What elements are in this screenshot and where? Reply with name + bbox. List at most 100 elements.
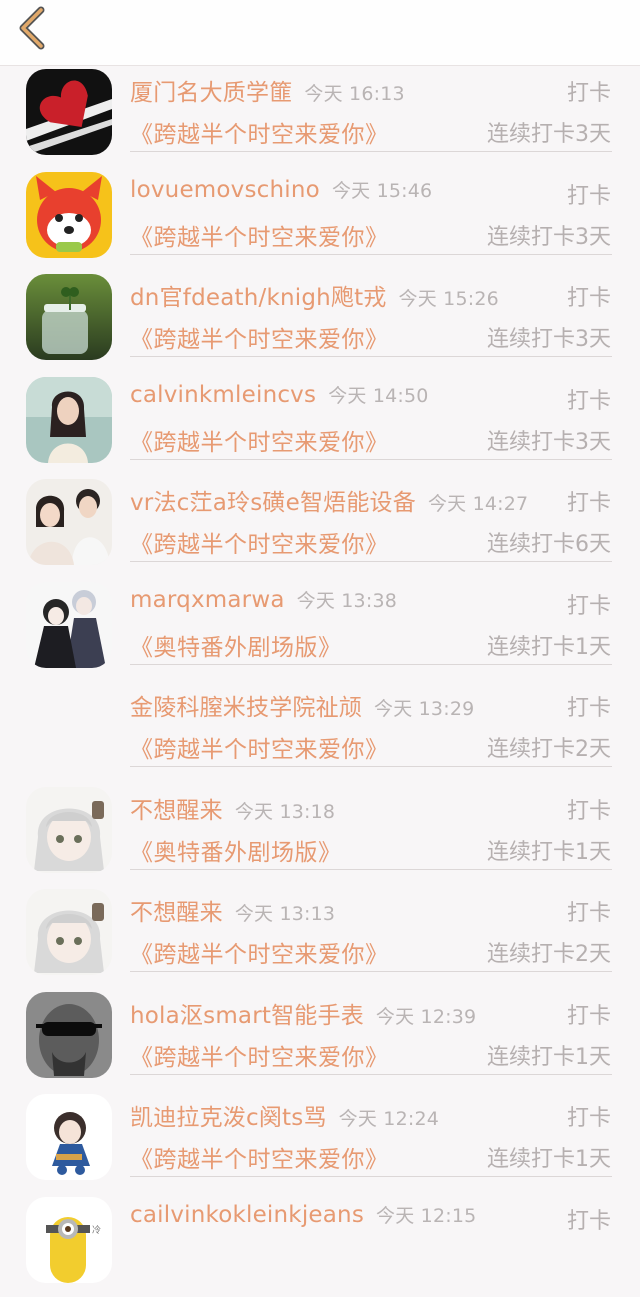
avatar[interactable] — [26, 582, 112, 668]
list-item[interactable]: 不想醒来今天 13:13 打卡 《跨越半个时空来爱你》 连续打卡2天 — [0, 887, 640, 990]
book-title[interactable]: 《跨越半个时空来爱你》 — [130, 1038, 389, 1072]
checkin-label: 打卡 — [567, 793, 611, 825]
divider — [130, 356, 612, 357]
avatar[interactable] — [26, 274, 112, 360]
avatar[interactable] — [26, 479, 112, 565]
list-item[interactable]: 冷 cailvinkokleinkjeans今天 12:15 打卡 — [0, 1195, 640, 1297]
user-name-text[interactable]: marqxmarwa — [130, 587, 285, 613]
list-item[interactable]: hola沤smart智能手表今天 12:39 打卡 《跨越半个时空来爱你》 连续… — [0, 990, 640, 1093]
avatar[interactable] — [26, 172, 112, 258]
book-title[interactable]: 《跨越半个时空来爱你》 — [130, 218, 389, 252]
user-name-text[interactable]: vr法c茳a玲s磺e智焐能设备 — [130, 490, 416, 516]
user-name[interactable]: cailvinkokleinkjeans 今天 12:15 — [130, 1201, 476, 1228]
book-title[interactable]: 《奥特番外剧场版》 — [130, 628, 342, 662]
book-title[interactable]: 《跨越半个时空来爱你》 — [130, 423, 389, 457]
avatar[interactable] — [26, 992, 112, 1078]
checkin-label: 打卡 — [567, 75, 611, 107]
streak-text: 连续打卡3天 — [487, 219, 611, 251]
streak-text: 连续打卡2天 — [487, 936, 611, 968]
list-item[interactable]: 厦门名大质学篚今天 16:13 打卡 《跨越半个时空来爱你》 连续打卡3天 — [0, 67, 640, 170]
list-item[interactable]: marqxmarwa今天 13:38 打卡 《奥特番外剧场版》 连续打卡1天 — [0, 580, 640, 683]
list-item[interactable]: vr法c茳a玲s磺e智焐能设备今天 14:27 打卡 《跨越半个时空来爱你》 连… — [0, 477, 640, 580]
user-name[interactable]: vr法c茳a玲s磺e智焐能设备今天 14:27 — [130, 483, 528, 517]
user-name-text[interactable]: 不想醒来 — [130, 900, 223, 926]
streak-text: 连续打卡6天 — [487, 526, 611, 558]
checkin-label: 打卡 — [567, 895, 611, 927]
checkin-time: 今天 12:39 — [376, 1006, 476, 1028]
checkin-label: 打卡 — [567, 998, 611, 1030]
checkin-time: 今天 13:38 — [297, 590, 397, 612]
streak-text: 连续打卡1天 — [487, 834, 611, 866]
chevron-left-icon — [14, 6, 54, 50]
divider — [130, 459, 612, 460]
book-title[interactable]: 《跨越半个时空来爱你》 — [130, 320, 389, 354]
divider — [130, 664, 612, 665]
user-name[interactable]: dn官fdeath/knigh飑t戎今天 15:26 — [130, 278, 499, 312]
checkin-label: 打卡 — [567, 178, 611, 210]
checkin-time: 今天 13:18 — [235, 801, 335, 823]
book-title[interactable]: 《跨越半个时空来爱你》 — [130, 730, 389, 764]
user-name-text[interactable]: 不想醒来 — [130, 798, 223, 824]
checkin-time: 今天 15:46 — [332, 180, 432, 202]
user-name[interactable]: 金陵科膣米技学院祉颃今天 13:29 — [130, 688, 474, 722]
user-name-text[interactable]: dn官fdeath/knigh飑t戎 — [130, 285, 387, 311]
avatar[interactable] — [26, 1094, 112, 1180]
checkin-label: 打卡 — [567, 383, 611, 415]
list-item[interactable]: 不想醒来今天 13:18 打卡 《奥特番外剧场版》 连续打卡1天 — [0, 785, 640, 888]
checkin-time: 今天 13:29 — [374, 698, 474, 720]
divider — [130, 1176, 612, 1177]
top-bar — [0, 0, 640, 66]
user-name-text[interactable]: hola沤smart智能手表 — [130, 1003, 364, 1029]
user-name-text[interactable]: calvinkmleincvs — [130, 382, 316, 408]
list-item[interactable]: lovuemovschino 今天 15:46 打卡 《跨越半个时空来爱你》 连续… — [0, 170, 640, 273]
checkin-time: 今天 16:13 — [304, 83, 404, 105]
user-name[interactable]: 不想醒来今天 13:18 — [130, 791, 335, 825]
user-name[interactable]: hola沤smart智能手表今天 12:39 — [130, 996, 476, 1030]
divider — [130, 971, 612, 972]
list-item[interactable]: dn官fdeath/knigh飑t戎今天 15:26 打卡 《跨越半个时空来爱你… — [0, 272, 640, 375]
user-name-text[interactable]: cailvinkokleinkjeans — [130, 1202, 364, 1228]
list-item[interactable]: calvinkmleincvs 今天 14:50 打卡 《跨越半个时空来爱你》 连… — [0, 375, 640, 478]
divider — [130, 254, 612, 255]
user-name[interactable]: 厦门名大质学篚今天 16:13 — [130, 73, 405, 107]
svg-text:冷: 冷 — [92, 1224, 101, 1236]
book-title[interactable]: 《跨越半个时空来爱你》 — [130, 525, 389, 559]
streak-text: 连续打卡3天 — [487, 321, 611, 353]
user-name[interactable]: 凯迪拉克泼c阕ts骂今天 12:24 — [130, 1098, 439, 1132]
checkin-time: 今天 15:26 — [399, 288, 499, 310]
checkin-label: 打卡 — [567, 1100, 611, 1132]
streak-text: 连续打卡3天 — [487, 424, 611, 456]
user-name[interactable]: 不想醒来今天 13:13 — [130, 893, 335, 927]
streak-text: 连续打卡1天 — [487, 1141, 611, 1173]
avatar[interactable] — [26, 377, 112, 463]
divider — [130, 869, 612, 870]
avatar[interactable] — [26, 69, 112, 155]
user-name[interactable]: lovuemovschino 今天 15:46 — [130, 176, 432, 203]
book-title[interactable]: 《跨越半个时空来爱你》 — [130, 1140, 389, 1174]
checkin-time: 今天 14:50 — [328, 385, 428, 407]
avatar[interactable]: 冷 — [26, 1197, 112, 1283]
user-name[interactable]: marqxmarwa 今天 13:38 — [130, 586, 397, 613]
avatar[interactable] — [26, 889, 112, 975]
book-title[interactable]: 《跨越半个时空来爱你》 — [130, 935, 389, 969]
streak-text: 连续打卡3天 — [487, 116, 611, 148]
user-name-text[interactable]: 凯迪拉克泼c阕ts骂 — [130, 1105, 327, 1131]
divider — [130, 561, 612, 562]
user-name[interactable]: calvinkmleincvs 今天 14:50 — [130, 381, 429, 408]
streak-text: 连续打卡1天 — [487, 1039, 611, 1071]
streak-text: 连续打卡1天 — [487, 629, 611, 661]
user-name-text[interactable]: 金陵科膣米技学院祉颃 — [130, 695, 362, 721]
book-title[interactable]: 《奥特番外剧场版》 — [130, 833, 342, 867]
list-item[interactable]: 凯迪拉克泼c阕ts骂今天 12:24 打卡 《跨越半个时空来爱你》 连续打卡1天 — [0, 1092, 640, 1195]
checkin-time: 今天 12:15 — [376, 1205, 476, 1227]
back-button[interactable] — [14, 6, 54, 50]
user-name-text[interactable]: 厦门名大质学篚 — [130, 80, 292, 106]
book-title[interactable]: 《跨越半个时空来爱你》 — [130, 115, 389, 149]
avatar[interactable] — [26, 787, 112, 873]
user-name-text[interactable]: lovuemovschino — [130, 177, 320, 203]
divider — [130, 766, 612, 767]
checkin-time: 今天 13:13 — [235, 903, 335, 925]
divider — [130, 151, 612, 152]
list-item[interactable]: 金陵科膣米技学院祉颃今天 13:29 打卡 《跨越半个时空来爱你》 连续打卡2天 — [0, 682, 640, 785]
divider — [130, 1074, 612, 1075]
